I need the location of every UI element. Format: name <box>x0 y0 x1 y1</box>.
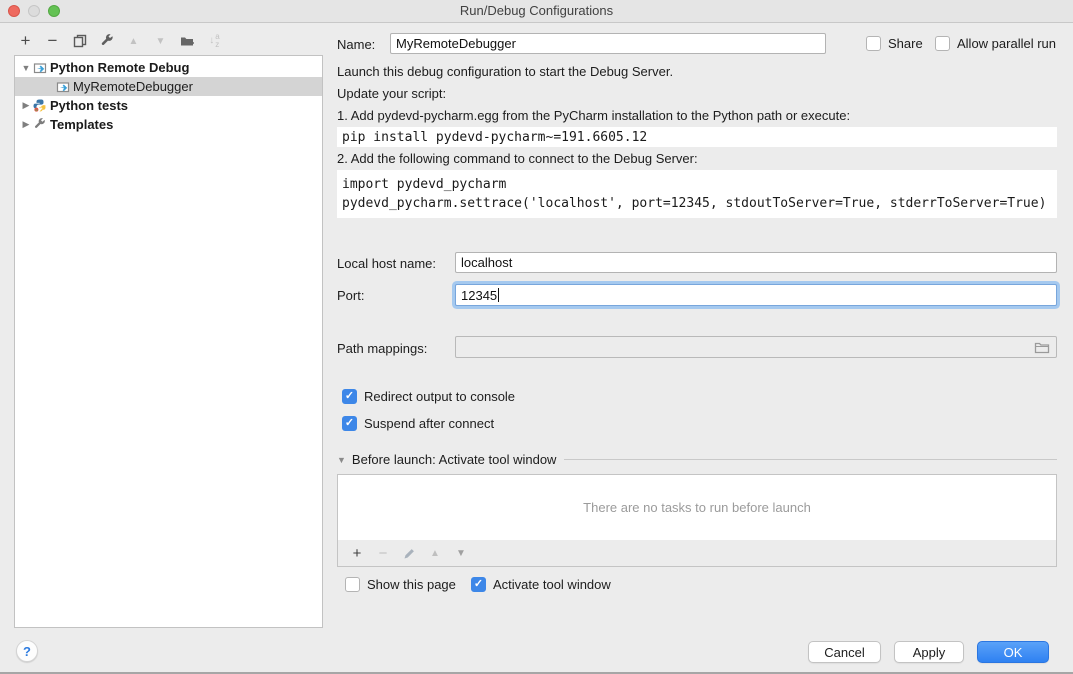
share-label: Share <box>888 36 923 51</box>
instruction-line-2: Update your script: <box>337 86 446 101</box>
tree-item-python-remote-debug[interactable]: ▼ Python Remote Debug <box>15 58 322 77</box>
local-host-name-input[interactable] <box>455 252 1057 273</box>
suspend-after-connect-label: Suspend after connect <box>364 416 494 431</box>
new-folder-button[interactable] <box>174 29 201 53</box>
tasks-empty-text: There are no tasks to run before launch <box>583 500 811 515</box>
sort-az-icon: ↓ a z <box>209 33 219 49</box>
window-controls <box>8 5 60 17</box>
activate-tool-window-checkbox[interactable]: ✓ <box>471 577 486 592</box>
copy-icon <box>73 34 87 48</box>
path-mappings-field[interactable] <box>455 336 1057 358</box>
settrace-code-line-1: import pydevd_pycharm <box>342 175 1057 194</box>
share-checkbox-row: Share <box>866 36 923 51</box>
check-icon: ✓ <box>345 389 354 404</box>
remote-debug-config-icon <box>32 61 47 75</box>
ok-button[interactable]: OK <box>977 641 1049 663</box>
configurations-tree: ▼ Python Remote Debug MyRemoteDebugger ▶ <box>14 55 323 628</box>
name-label: Name: <box>337 37 375 52</box>
instruction-line-3: 1. Add pydevd-pycharm.egg from the PyCha… <box>337 108 850 123</box>
chevron-down-icon[interactable]: ▼ <box>20 63 32 73</box>
run-debug-configurations-dialog: Run/Debug Configurations + − ▲ ▼ ↓ <box>0 0 1073 674</box>
remove-task-button: − <box>370 542 396 564</box>
before-launch-header[interactable]: ▼ Before launch: Activate tool window <box>337 452 1057 467</box>
copy-configuration-button[interactable] <box>66 29 93 53</box>
browse-folder-icon[interactable] <box>1034 341 1050 354</box>
new-folder-icon <box>180 35 195 48</box>
question-icon: ? <box>23 644 31 659</box>
move-up-button: ▲ <box>120 29 147 53</box>
show-this-page-row: Show this page <box>345 577 456 592</box>
allow-parallel-run-checkbox[interactable] <box>935 36 950 51</box>
templates-wrench-icon <box>32 118 47 132</box>
add-configuration-button[interactable]: + <box>12 29 39 53</box>
text-caret <box>498 288 499 302</box>
edit-defaults-button[interactable] <box>93 29 120 53</box>
close-window-button[interactable] <box>8 5 20 17</box>
tree-item-myremotedebugger[interactable]: MyRemoteDebugger <box>15 77 322 96</box>
activate-tool-window-label: Activate tool window <box>493 577 611 592</box>
instruction-line-4: 2. Add the following command to connect … <box>337 151 698 166</box>
redirect-output-label: Redirect output to console <box>364 389 515 404</box>
apply-button[interactable]: Apply <box>894 641 964 663</box>
move-task-up-button: ▲ <box>422 542 448 564</box>
path-mappings-label: Path mappings: <box>337 341 427 356</box>
allow-parallel-run-label: Allow parallel run <box>957 36 1056 51</box>
share-checkbox[interactable] <box>866 36 881 51</box>
before-launch-title: Before launch: Activate tool window <box>352 452 557 467</box>
wrench-icon <box>100 34 114 48</box>
before-launch-task-list[interactable]: There are no tasks to run before launch <box>337 474 1057 541</box>
settrace-code-line-2: pydevd_pycharm.settrace('localhost', por… <box>342 194 1057 213</box>
tree-item-python-tests[interactable]: ▶ Python tests <box>15 96 322 115</box>
edit-task-button <box>396 542 422 564</box>
port-value: 12345 <box>461 288 497 303</box>
before-launch-toolbar: + − ▲ ▼ <box>337 540 1057 567</box>
settrace-code: import pydevd_pycharm pydevd_pycharm.set… <box>337 170 1057 218</box>
pip-install-code: pip install pydevd-pycharm~=191.6605.12 <box>337 127 1057 147</box>
move-task-down-button: ▼ <box>448 542 474 564</box>
collapse-triangle-icon[interactable]: ▼ <box>337 455 346 465</box>
tree-item-templates[interactable]: ▶ Templates <box>15 115 322 134</box>
check-icon: ✓ <box>474 577 483 592</box>
sort-alphabetically-button: ↓ a z <box>201 29 228 53</box>
zoom-window-button[interactable] <box>48 5 60 17</box>
local-host-name-label: Local host name: <box>337 256 436 271</box>
suspend-after-connect-checkbox[interactable]: ✓ <box>342 416 357 431</box>
remove-configuration-button[interactable]: − <box>39 29 66 53</box>
chevron-right-icon[interactable]: ▶ <box>20 119 32 130</box>
suspend-after-connect-row: ✓ Suspend after connect <box>342 416 494 431</box>
allow-parallel-run-checkbox-row: Allow parallel run <box>935 36 1056 51</box>
cancel-button[interactable]: Cancel <box>808 641 881 663</box>
activate-tool-window-row: ✓ Activate tool window <box>471 577 611 592</box>
name-input[interactable] <box>390 33 826 54</box>
titlebar: Run/Debug Configurations <box>0 0 1073 23</box>
pencil-icon <box>403 547 416 560</box>
check-icon: ✓ <box>345 416 354 431</box>
move-down-button: ▼ <box>147 29 174 53</box>
section-divider <box>564 459 1057 460</box>
remote-debug-config-icon <box>55 80 70 94</box>
minimize-window-button <box>28 5 40 17</box>
help-button[interactable]: ? <box>16 640 38 662</box>
configurations-toolbar: + − ▲ ▼ ↓ a z <box>12 29 228 53</box>
add-task-button[interactable]: + <box>344 542 370 564</box>
port-label: Port: <box>337 288 364 303</box>
redirect-output-row: ✓ Redirect output to console <box>342 389 515 404</box>
port-input[interactable]: 12345 <box>455 284 1057 306</box>
python-icon <box>32 99 47 113</box>
chevron-right-icon[interactable]: ▶ <box>20 100 32 111</box>
show-this-page-label: Show this page <box>367 577 456 592</box>
instruction-line-1: Launch this debug configuration to start… <box>337 64 673 79</box>
show-this-page-checkbox[interactable] <box>345 577 360 592</box>
redirect-output-checkbox[interactable]: ✓ <box>342 389 357 404</box>
window-title: Run/Debug Configurations <box>460 3 613 18</box>
